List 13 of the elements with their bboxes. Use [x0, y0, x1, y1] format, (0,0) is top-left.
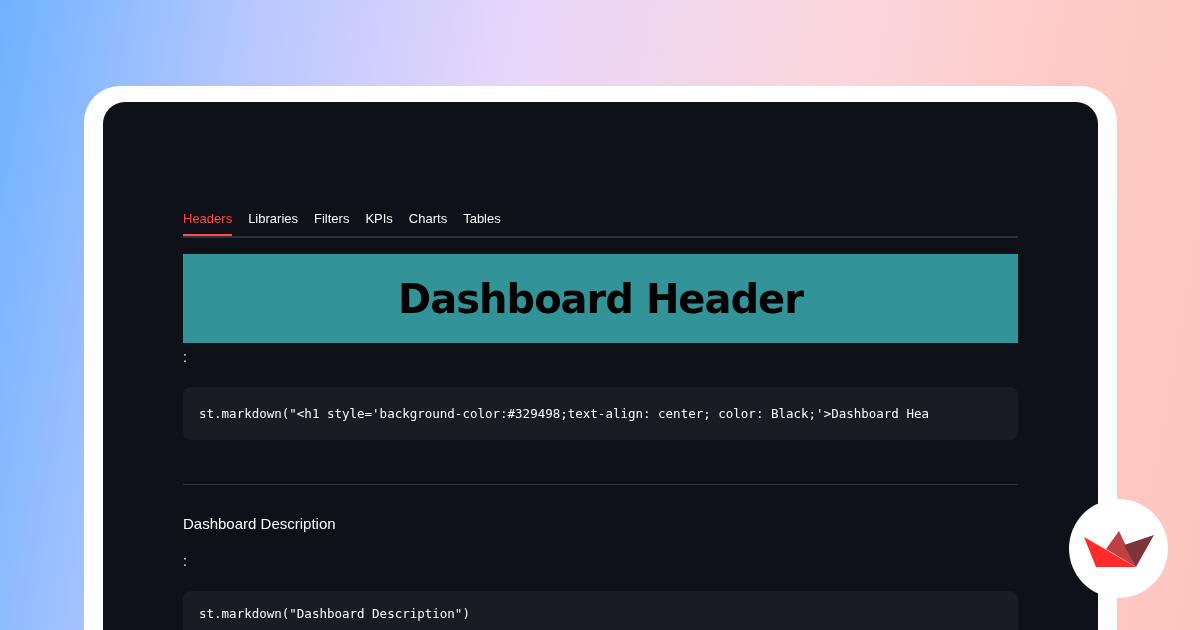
tab[interactable]: Filters	[314, 202, 350, 236]
code-block: st.markdown("<h1 style='background-color:#329498;text-align: center; color: Black;'>Dashboard Hea	[183, 387, 1018, 440]
tab[interactable]: Tables	[463, 202, 501, 236]
tab[interactable]: Libraries	[248, 202, 298, 236]
code-block: st.markdown("Dashboard Description")	[183, 591, 1018, 630]
header-banner: Dashboard Header	[183, 254, 1018, 343]
tab[interactable]: KPIs	[365, 202, 393, 236]
section-text: Dashboard Description	[183, 515, 337, 534]
boat-logo-icon	[1083, 530, 1154, 567]
colon-text: :	[183, 349, 188, 367]
colon-text: :	[183, 553, 188, 571]
tab[interactable]: Headers	[183, 202, 233, 236]
tab[interactable]: Charts	[408, 202, 448, 236]
